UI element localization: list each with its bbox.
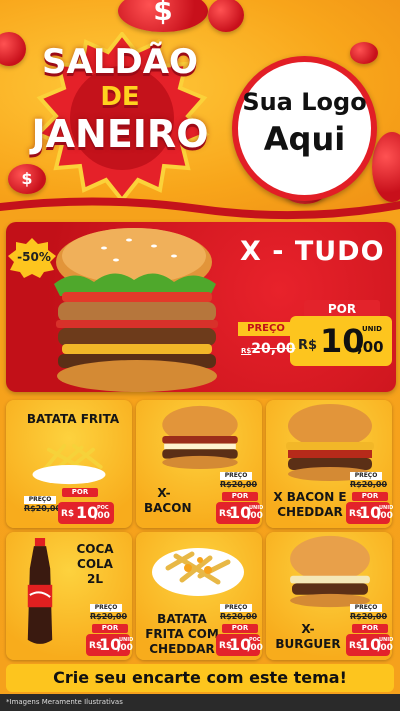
product-image [280, 402, 380, 482]
featured-preco-tag: PREÇO [238, 322, 294, 336]
burger-image [54, 228, 218, 392]
por-tag: POR [92, 624, 128, 633]
old-price: R$20,00 [24, 504, 62, 513]
product-card[interactable]: BATATA FRITA COM CHEDDAR PREÇO R$20,00 POR R… [136, 532, 263, 660]
product-name: X- BACON [144, 486, 192, 515]
unit: UNID [379, 637, 394, 643]
logo-text-line1: Sua Logo [242, 88, 367, 116]
price-box: R$ 10 ,00 UNID [86, 634, 134, 656]
price-dec: ,00 [94, 511, 110, 521]
cta-button[interactable]: Crie seu encarte com este tema! [6, 664, 394, 692]
product-image [24, 440, 114, 488]
price-box: R$ 10 ,00 UNID [346, 502, 394, 524]
unit: POC [97, 505, 109, 511]
title-de: DE [100, 82, 140, 112]
footer-disclaimer: *Imagens Meramente Ilustrativas [0, 694, 400, 711]
product-name: COCA COLA 2L [76, 542, 114, 586]
price-box: R$ 10 ,00 POC [216, 634, 263, 656]
product-card[interactable]: X- BURGUER PREÇO R$20,00 POR R$ 10 ,00 UNID [266, 532, 394, 660]
product-name: BATATA FRITA COM CHEDDAR [145, 612, 219, 656]
preco-tag: PREÇO [24, 496, 56, 504]
preco-tag: PREÇO [350, 472, 382, 480]
por-tag: POR [62, 488, 98, 497]
product-name: BATATA FRITA [26, 412, 120, 426]
product-card[interactable]: X- BACON PREÇO R$20,00 POR R$ 10 ,00 UNID [136, 400, 264, 528]
product-name: X- BURGUER [275, 622, 341, 651]
product-image [150, 404, 250, 470]
price-dec: ,00 [117, 643, 133, 653]
preco-tag: PREÇO [220, 472, 252, 480]
header-wave [0, 197, 400, 223]
discount-label: -50% [17, 250, 51, 264]
coin-icon [372, 132, 400, 202]
header-banner: $ $ $ SALDÃO DE JANEIRO Sua Logo Aqui [0, 0, 400, 215]
product-image [18, 538, 62, 650]
por-tag: POR [352, 624, 388, 633]
price-box: R$ 10 ,00 POC [58, 502, 114, 524]
featured-unit: UNID [362, 325, 382, 333]
logo-text-line2: Aqui [263, 120, 346, 158]
price-dec: ,00 [377, 643, 393, 653]
title-saldao: SALDÃO [42, 42, 198, 82]
logo-placeholder[interactable]: Sua Logo Aqui [232, 56, 377, 201]
unit: UNID [249, 505, 264, 511]
old-price: R$20,00 [90, 612, 128, 621]
price-dec: ,00 [247, 643, 263, 653]
price-dec: ,00 [247, 511, 263, 521]
old-price: R$20,00 [220, 612, 258, 621]
price-box: R$ 10 ,00 UNID [346, 634, 394, 656]
product-card[interactable]: COCA COLA 2L PREÇO R$20,00 POR R$ 10 ,00 UNI… [6, 532, 134, 660]
product-card[interactable]: X BACON E CHEDDAR PREÇO R$20,00 POR R$ 10 ,0… [266, 400, 394, 528]
old-price: R$20,00 [220, 480, 258, 489]
featured-price-dec: ,00 [357, 338, 384, 356]
unit: UNID [379, 505, 394, 511]
product-image [148, 538, 248, 602]
por-tag: POR [352, 492, 388, 501]
unit: POC [249, 637, 261, 643]
featured-product-name: X - TUDO [240, 236, 385, 267]
product-name: X BACON E CHEDDAR [273, 490, 347, 519]
featured-old-price: R$20,00 [241, 341, 296, 357]
old-price: R$20,00 [350, 480, 388, 489]
flyer: $ $ $ SALDÃO DE JANEIRO Sua Logo Aqui [0, 0, 400, 711]
preco-tag: PREÇO [90, 604, 122, 612]
featured-currency: R$ [298, 338, 318, 353]
preco-tag: PREÇO [350, 604, 382, 612]
price-dec: ,00 [377, 511, 393, 521]
product-card[interactable]: BATATA FRITA PREÇO R$20,00 POR R$ 10 ,00 POC [6, 400, 132, 528]
currency: R$ [61, 509, 75, 519]
por-tag: POR [222, 492, 258, 501]
title-janeiro: JANEIRO [31, 112, 209, 156]
coin-icon [350, 42, 378, 64]
old-price: R$20,00 [350, 612, 388, 621]
por-tag: POR [222, 624, 258, 633]
title-group: SALDÃO DE JANEIRO [0, 0, 240, 200]
product-image [282, 534, 378, 610]
unit: UNID [119, 637, 134, 643]
preco-tag: PREÇO [220, 604, 252, 612]
price-box: R$ 10 ,00 UNID [216, 502, 264, 524]
